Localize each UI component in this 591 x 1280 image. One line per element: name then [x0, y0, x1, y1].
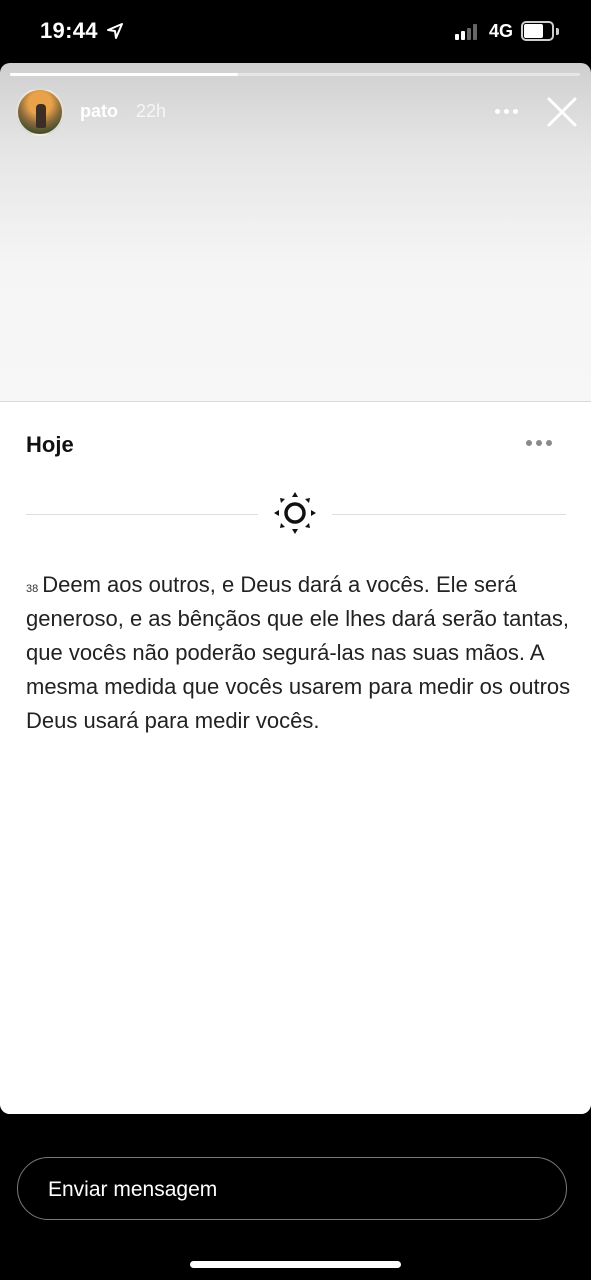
card-more-icon — [524, 438, 554, 448]
network-type: 4G — [489, 21, 514, 41]
story-progress-fill — [10, 73, 238, 76]
avatar[interactable] — [16, 88, 64, 136]
card-title: Hoje — [26, 432, 74, 457]
verse-text: Deem aos outros, e Deus dará a vocês. El… — [26, 572, 571, 733]
sun-icon — [274, 492, 316, 534]
status-bar: 19:44 4G — [0, 0, 591, 62]
divider-left — [26, 514, 258, 515]
close-icon[interactable] — [545, 95, 579, 129]
battery-icon — [521, 21, 561, 41]
status-time: 19:44 — [40, 18, 98, 43]
divider-right — [332, 514, 566, 515]
verse-text-block: 38 Deem aos outros, e Deus dará a vocês. … — [26, 568, 571, 738]
message-input[interactable]: Enviar mensagem — [17, 1157, 567, 1220]
more-horizontal-icon[interactable] — [492, 103, 520, 119]
verse-number: 38 — [26, 583, 39, 595]
home-indicator[interactable] — [190, 1261, 401, 1268]
verse-card: Hoje 38 Deem aos outros, e Deus dará a vo… — [0, 401, 591, 1114]
location-arrow-icon — [107, 23, 123, 39]
story-age: 22h — [136, 101, 167, 121]
story-view[interactable]: pato 22h Hoje 38 Deem aos outros, e Deus… — [0, 63, 591, 1114]
message-input-placeholder: Enviar mensagem — [48, 1178, 218, 1201]
cellular-signal-icon — [455, 22, 483, 40]
story-username[interactable]: pato — [80, 101, 118, 122]
story-progress-bar — [10, 73, 580, 76]
